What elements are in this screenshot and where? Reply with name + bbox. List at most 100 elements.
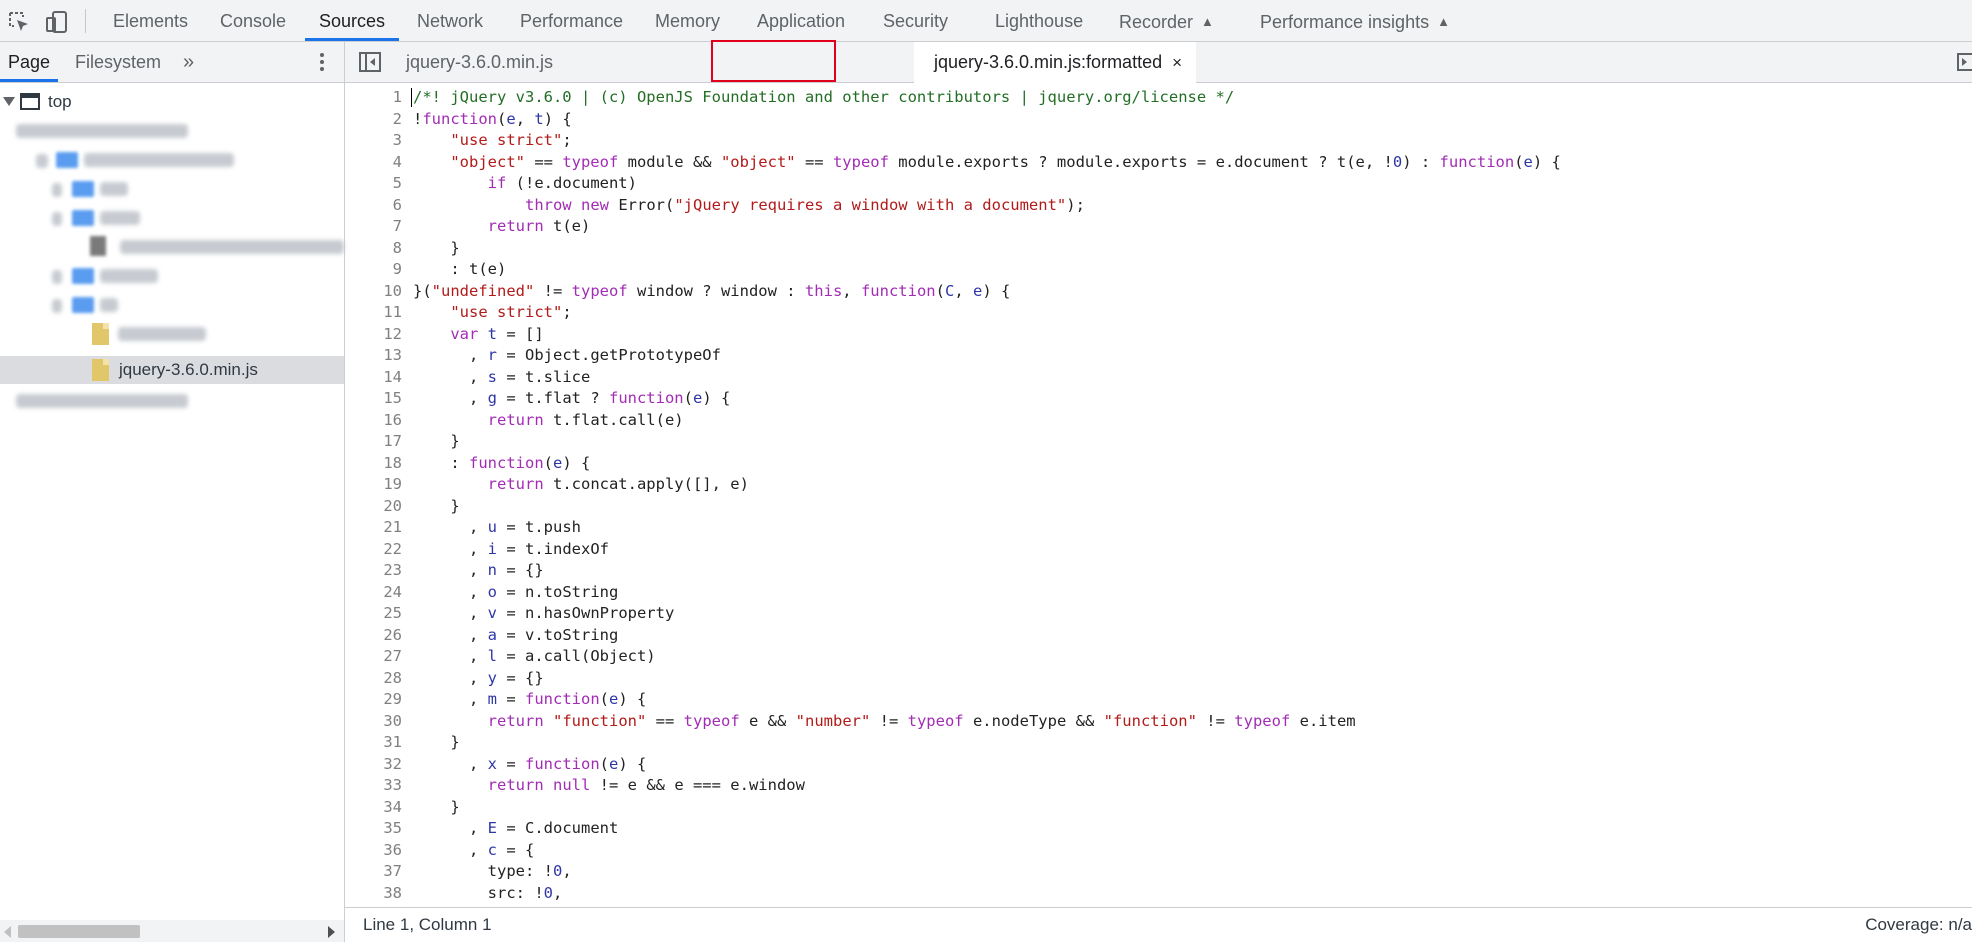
tree-item-origin[interactable]: [0, 117, 344, 145]
code-line: 27 , l = a.call(Object): [383, 647, 656, 665]
redacted-label: [118, 327, 206, 341]
code-line: 33 return null != e && e === e.window: [383, 776, 805, 794]
code-line: 21 , u = t.push: [383, 518, 581, 536]
tree-item-folder[interactable]: [0, 204, 344, 232]
annotation-highlight-box: [711, 40, 836, 82]
redacted-label: [120, 240, 344, 254]
code-line: 36 , c = {: [383, 840, 535, 859]
code-line: 3 "use strict";: [392, 131, 572, 149]
redacted-label: [84, 153, 234, 167]
code-line: 12 var t = []: [383, 324, 544, 343]
inspect-element-icon[interactable]: [6, 9, 32, 35]
toggle-navigator-icon[interactable]: [359, 52, 381, 72]
code-line: 28 , y = {}: [383, 668, 544, 687]
code-line: 37 type: !0,: [383, 862, 572, 880]
code-line: 10}("undefined" != typeof window ? windo…: [383, 281, 1011, 300]
devtools-main-toolbar: Elements Console Sources Network Perform…: [0, 0, 1972, 42]
tree-item-label: jquery-3.6.0.min.js: [119, 360, 258, 379]
coverage-status[interactable]: Coverage: n/a: [1865, 908, 1972, 942]
folder-icon: [56, 152, 78, 168]
tab-sources[interactable]: Sources: [305, 0, 400, 41]
tab-lighthouse[interactable]: Lighthouse: [995, 0, 1083, 41]
redacted-label: [16, 394, 188, 408]
code-line: 20 }: [383, 496, 460, 515]
navigator-horizontal-scrollbar[interactable]: [0, 920, 344, 942]
code-line: 29 , m = function(e) {: [383, 690, 647, 708]
tree-item-folder[interactable]: [0, 146, 344, 174]
file-icon: [90, 236, 106, 256]
tree-item-folder[interactable]: [0, 291, 344, 319]
folder-icon: [72, 181, 94, 197]
tab-page[interactable]: Page: [0, 42, 59, 82]
flask-icon: ▲: [1201, 14, 1214, 29]
tab-console[interactable]: Console: [220, 0, 286, 41]
tab-filesystem[interactable]: Filesystem: [75, 42, 161, 82]
code-line: 7 return t(e): [392, 217, 591, 235]
tab-network[interactable]: Network: [417, 0, 483, 41]
tree-item-folder[interactable]: [0, 262, 344, 290]
tree-item-file[interactable]: [0, 233, 344, 261]
scroll-right-arrow-icon[interactable]: [328, 926, 335, 938]
tab-recorder[interactable]: Recorder ▲: [1119, 0, 1214, 41]
code-line: 34 }: [383, 797, 460, 816]
tab-security[interactable]: Security: [883, 0, 948, 41]
redacted-label: [100, 211, 140, 225]
code-line: 16 return t.flat.call(e): [383, 410, 684, 429]
redacted-arrow: [52, 212, 62, 226]
code-line: 19 return t.concat.apply([], e): [383, 475, 749, 493]
redacted-arrow: [52, 270, 62, 284]
js-file-icon: [92, 359, 109, 381]
tree-item-folder[interactable]: [0, 175, 344, 203]
frame-window-icon: [20, 93, 40, 110]
code-line: 32 , x = function(e) {: [383, 754, 647, 773]
redacted-label: [16, 124, 188, 138]
tab-performance-insights[interactable]: Performance insights ▲: [1260, 0, 1450, 41]
code-line: 35 , E = C.document: [383, 819, 619, 837]
tab-memory[interactable]: Memory: [655, 0, 720, 41]
toolbar-divider: [85, 9, 86, 33]
scrollbar-thumb[interactable]: [18, 925, 140, 938]
kebab-menu-icon[interactable]: [312, 50, 332, 74]
redacted-label: [100, 298, 118, 312]
expand-arrow-icon[interactable]: [3, 97, 15, 106]
folder-icon: [72, 210, 94, 226]
code-line: 31 }: [383, 733, 460, 751]
tab-elements[interactable]: Elements: [113, 0, 188, 41]
close-tab-icon[interactable]: ×: [1172, 53, 1182, 72]
code-line: 11 "use strict";: [383, 303, 572, 321]
editor-tab-jquery-min[interactable]: jquery-3.6.0.min.js: [391, 42, 568, 82]
editor-tab-jquery-formatted[interactable]: jquery-3.6.0.min.js:formatted ×: [914, 42, 1197, 83]
code-line: 13 , r = Object.getPrototypeOf: [383, 346, 721, 364]
device-toolbar-icon[interactable]: [44, 9, 70, 35]
folder-icon: [72, 297, 94, 313]
scroll-left-arrow-icon[interactable]: [4, 926, 11, 938]
code-line: 15 , g = t.flat ? function(e) {: [383, 389, 731, 407]
folder-icon: [72, 268, 94, 284]
code-line: 1/*! jQuery v3.6.0 | (c) OpenJS Foundati…: [392, 88, 1235, 106]
navigator-tabs: Page Filesystem »: [0, 42, 344, 83]
toggle-debugger-icon[interactable]: [1957, 53, 1972, 71]
cursor-position: Line 1, Column 1: [363, 915, 492, 934]
code-line: 25 , v = n.hasOwnProperty: [383, 604, 675, 622]
redacted-arrow: [36, 154, 48, 168]
code-editor[interactable]: 1/*! jQuery v3.6.0 | (c) OpenJS Foundati…: [345, 83, 1972, 907]
tab-performance[interactable]: Performance: [520, 0, 623, 41]
redacted-arrow: [52, 299, 62, 313]
code-line: 4 "object" == typeof module && "object" …: [392, 152, 1561, 171]
tab-application[interactable]: Application: [757, 0, 845, 41]
code-line: 30 return "function" == typeof e && "num…: [383, 711, 1356, 730]
tree-item-file[interactable]: [0, 320, 344, 348]
sources-navigator: Page Filesystem » top jquery-3.6.0.min.j…: [0, 42, 345, 942]
redacted-label: [100, 182, 128, 196]
tree-item-jquery-file[interactable]: jquery-3.6.0.min.js: [0, 356, 344, 384]
code-line: 2 !function(e, t) {: [392, 109, 572, 128]
code-line: 24 , o = n.toString: [383, 582, 619, 601]
more-tabs-chevron-icon[interactable]: »: [183, 42, 194, 82]
code-line: 17 }: [383, 432, 460, 450]
code-line: 23 , n = {}: [383, 561, 544, 579]
code-line: 26 , a = v.toString: [383, 625, 619, 644]
tree-item-origin[interactable]: [0, 387, 344, 415]
tree-item-top[interactable]: top: [0, 88, 344, 116]
code-line: 14 , s = t.slice: [383, 367, 591, 386]
code-line: 22 , i = t.indexOf: [383, 539, 609, 558]
